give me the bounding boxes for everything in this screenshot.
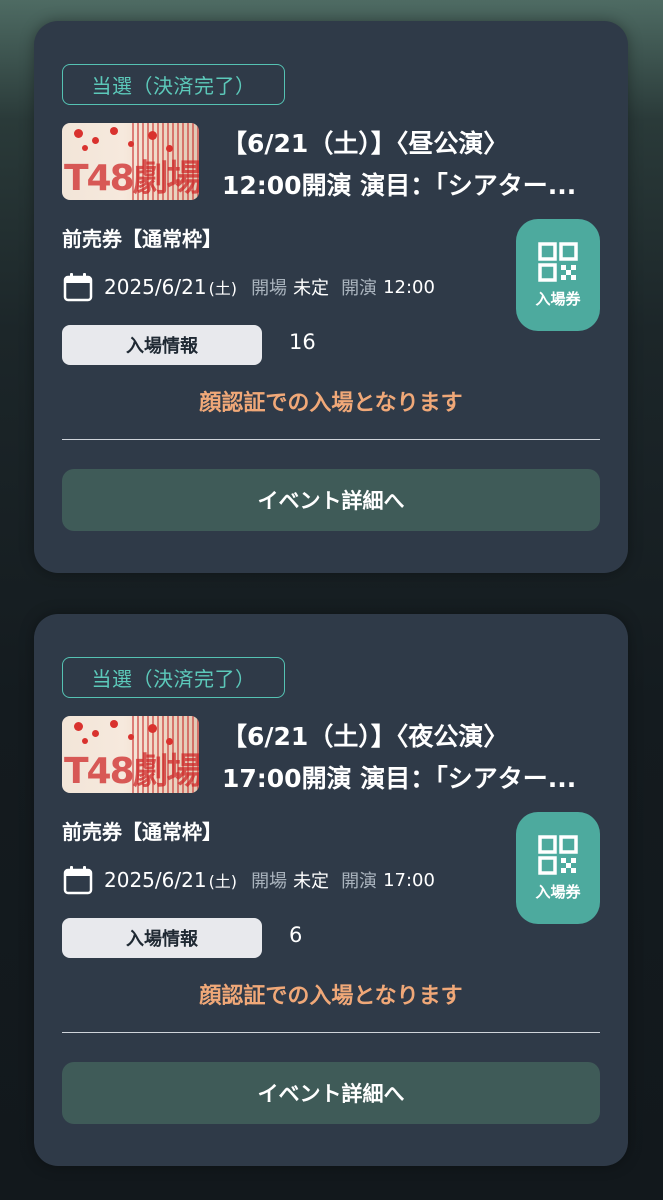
qr-code-icon — [538, 834, 578, 875]
event-detail-button[interactable]: イベント詳細へ — [62, 1062, 600, 1124]
doors-value: 未定 — [293, 278, 330, 299]
ticket-type: 前売券【通常枠】 — [62, 227, 222, 251]
event-weekday: (土) — [208, 872, 238, 891]
event-thumbnail: T48劇場 — [62, 716, 199, 793]
date-row: 2025/6/21 (土) 開場 未定 開演 17:00 — [62, 864, 435, 896]
qr-code-icon — [538, 241, 578, 282]
event-detail-button[interactable]: イベント詳細へ — [62, 469, 600, 531]
start-label: 開演 — [341, 278, 378, 299]
face-auth-notice: 顔認証での入場となります — [199, 391, 463, 416]
event-title-line1: 【6/21（土）】〈夜公演〉 — [222, 722, 509, 751]
entry-ticket-label: 入場券 — [535, 289, 581, 308]
face-auth-notice: 顔認証での入場となります — [199, 984, 463, 1009]
entry-info-button[interactable]: 入場情報 — [62, 325, 262, 365]
start-value: 12:00 — [383, 276, 435, 298]
start-value: 17:00 — [383, 869, 435, 891]
entry-ticket-button[interactable]: 入場券 — [516, 812, 600, 924]
event-thumbnail: T48劇場 — [62, 123, 199, 200]
entry-info-button[interactable]: 入場情報 — [62, 918, 262, 958]
event-date: 2025/6/21 — [104, 275, 207, 299]
thumbnail-logo: T48劇場 — [64, 158, 199, 199]
event-title-line1: 【6/21（土）】〈昼公演〉 — [222, 129, 509, 158]
status-badge: 当選（決済完了） — [62, 657, 285, 698]
event-weekday: (土) — [208, 279, 238, 298]
ticket-card: 当選（決済完了） T48劇場 【6/21（土）】〈昼公演〉 12:00開演 演目… — [34, 21, 628, 573]
ticket-card: 当選（決済完了） T48劇場 【6/21（土）】〈夜公演〉 17:00開演 演目… — [34, 614, 628, 1166]
start-label: 開演 — [341, 871, 378, 892]
entry-number: 6 — [289, 923, 303, 947]
calendar-icon — [63, 273, 93, 302]
event-title-line2: 17:00開演 演目：「シアター... — [222, 764, 577, 793]
thumbnail-logo: T48劇場 — [64, 751, 199, 792]
divider — [62, 1032, 600, 1033]
status-badge: 当選（決済完了） — [62, 64, 285, 105]
event-title-line2: 12:00開演 演目：「シアター... — [222, 171, 577, 200]
event-date: 2025/6/21 — [104, 868, 207, 892]
calendar-icon — [63, 866, 93, 895]
entry-ticket-label: 入場券 — [535, 882, 581, 901]
doors-value: 未定 — [293, 871, 330, 892]
event-title: 【6/21（土）】〈昼公演〉 12:00開演 演目：「シアター... — [222, 123, 602, 207]
doors-label: 開場 — [251, 278, 288, 299]
event-title: 【6/21（土）】〈夜公演〉 17:00開演 演目：「シアター... — [222, 716, 602, 800]
ticket-type: 前売券【通常枠】 — [62, 820, 222, 844]
entry-number: 16 — [289, 330, 316, 354]
divider — [62, 439, 600, 440]
date-row: 2025/6/21 (土) 開場 未定 開演 12:00 — [62, 271, 435, 303]
entry-ticket-button[interactable]: 入場券 — [516, 219, 600, 331]
doors-label: 開場 — [251, 871, 288, 892]
